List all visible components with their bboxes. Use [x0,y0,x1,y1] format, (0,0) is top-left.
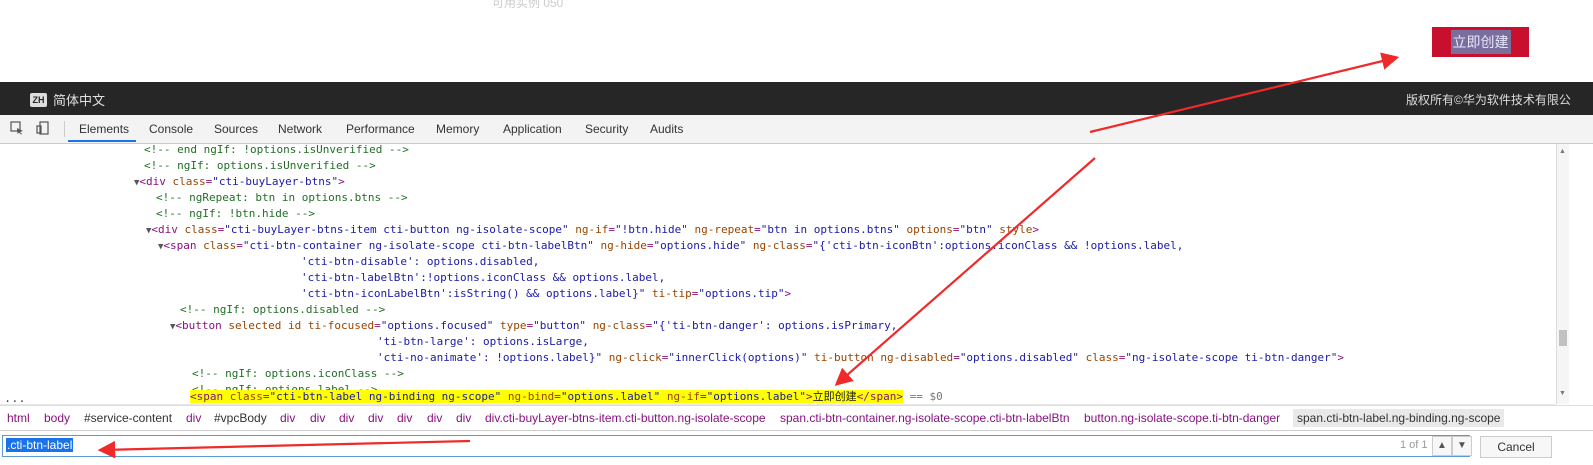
previous-match-icon[interactable]: ▲ [1432,436,1452,456]
language-label: 简体中文 [53,93,106,108]
tab-performance[interactable]: Performance [346,122,415,136]
dom-attr-continued: 'ti-btn-large': options.isLarge, [377,335,589,348]
web-page-area: 可用实例 050 立即创建 [0,0,1593,82]
language-icon: ZH [30,92,47,107]
devtools-tab-bar: Elements Console Sources Network Perform… [0,115,1593,144]
inspect-element-icon[interactable] [10,121,24,135]
cancel-button[interactable]: Cancel [1480,436,1552,458]
dom-comment[interactable]: <!-- ngRepeat: btn in options.btns --> [156,190,408,206]
breadcrumb-item[interactable]: div [310,411,325,425]
dom-node[interactable]: ▼<span class="cti-btn-container ng-isola… [158,238,1183,254]
create-now-label: 立即创建 [1450,30,1511,54]
dom-attr-continued: 'cti-btn-disable': options.disabled, [301,255,540,268]
elements-dom-tree[interactable]: <!-- end ngIf: !options.isUnverified -->… [0,144,1556,404]
create-now-button[interactable]: 立即创建 [1432,27,1529,57]
dom-attr-continued: 'cti-no-animate': !options.label}" ng-cl… [377,351,1344,364]
selected-dom-node[interactable]: <span class="cti-btn-label ng-binding ng… [190,389,943,404]
tab-console[interactable]: Console [149,122,193,136]
dom-node[interactable]: ▼<div class="cti-buyLayer-btns"> [134,174,345,190]
tab-security[interactable]: Security [585,122,628,136]
tab-elements[interactable]: Elements [79,122,129,136]
tab-memory[interactable]: Memory [436,122,479,136]
dom-comment[interactable]: <!-- ngIf: options.iconClass --> [192,366,404,382]
language-switch[interactable]: ZH 简体中文 [30,90,105,109]
vertical-scrollbar[interactable]: ▲ ▼ [1556,144,1569,404]
breadcrumb-item[interactable]: body [44,411,70,425]
faint-text: 可用实例 050 [492,0,564,10]
scroll-down-icon[interactable]: ▼ [1559,390,1566,397]
dom-attr-continued: 'cti-btn-iconLabelBtn':isString() && opt… [301,287,792,300]
search-query: .cti-btn-label [6,438,74,452]
dom-comment[interactable]: <!-- ngIf: options.isUnverified --> [144,158,376,174]
breadcrumb-item[interactable]: span.cti-btn-container.ng-isolate-scope.… [780,411,1070,425]
copyright-text: 版权所有©华为软件技术有限公 [1406,93,1571,107]
tab-network[interactable]: Network [278,122,322,136]
breadcrumb-item[interactable]: div [186,411,201,425]
dom-comment[interactable]: <!-- end ngIf: !options.isUnverified --> [144,144,409,158]
breadcrumb-item[interactable]: div.cti-buyLayer-btns-item.cti-button.ng… [485,411,766,425]
breadcrumb-item-current[interactable]: span.cti-btn-label.ng-binding.ng-scope [1293,409,1505,427]
breadcrumb-item[interactable]: div [280,411,295,425]
dom-node[interactable]: ▼<div class="cti-buyLayer-btns-item cti-… [146,222,1039,238]
breadcrumb-item[interactable]: div [427,411,442,425]
breadcrumb-item[interactable]: #service-content [84,411,172,425]
breadcrumb-item[interactable]: #vpcBody [214,411,267,425]
dom-node[interactable]: ▼<button selected id ti-focused="options… [170,318,897,334]
site-footer: ZH 简体中文 版权所有©华为软件技术有限公 [0,82,1593,115]
breadcrumb-item[interactable]: div [339,411,354,425]
breadcrumb-item[interactable]: button.ng-isolate-scope.ti-btn-danger [1084,411,1280,425]
device-toolbar-icon[interactable] [36,121,50,135]
dom-comment[interactable]: <!-- ngIf: options.disabled --> [180,302,385,318]
dom-attr-continued: 'cti-btn-labelBtn':!options.iconClass &&… [301,271,666,284]
breadcrumb: html body #service-content div #vpcBody … [0,405,1593,430]
tab-application[interactable]: Application [503,122,562,136]
breadcrumb-item[interactable]: div [397,411,412,425]
next-match-icon[interactable]: ▼ [1452,436,1472,456]
tab-audits[interactable]: Audits [650,122,683,136]
breadcrumb-item[interactable]: div [456,411,471,425]
search-match-count: 1 of 1 [1400,439,1428,451]
scrollbar-thumb[interactable] [1559,330,1567,346]
scroll-up-icon[interactable]: ▲ [1559,148,1566,155]
breadcrumb-item[interactable]: html [7,411,30,425]
active-tab-indicator [68,140,136,142]
dom-comment[interactable]: <!-- ngIf: !btn.hide --> [156,206,315,222]
toolbar-divider [64,121,65,137]
find-bar: .cti-btn-label 1 of 1 ▲ ▼ Cancel [0,430,1593,465]
expand-ellipsis[interactable]: ... [4,392,26,406]
search-input[interactable] [2,435,1470,457]
tab-sources[interactable]: Sources [214,122,258,136]
breadcrumb-item[interactable]: div [368,411,383,425]
